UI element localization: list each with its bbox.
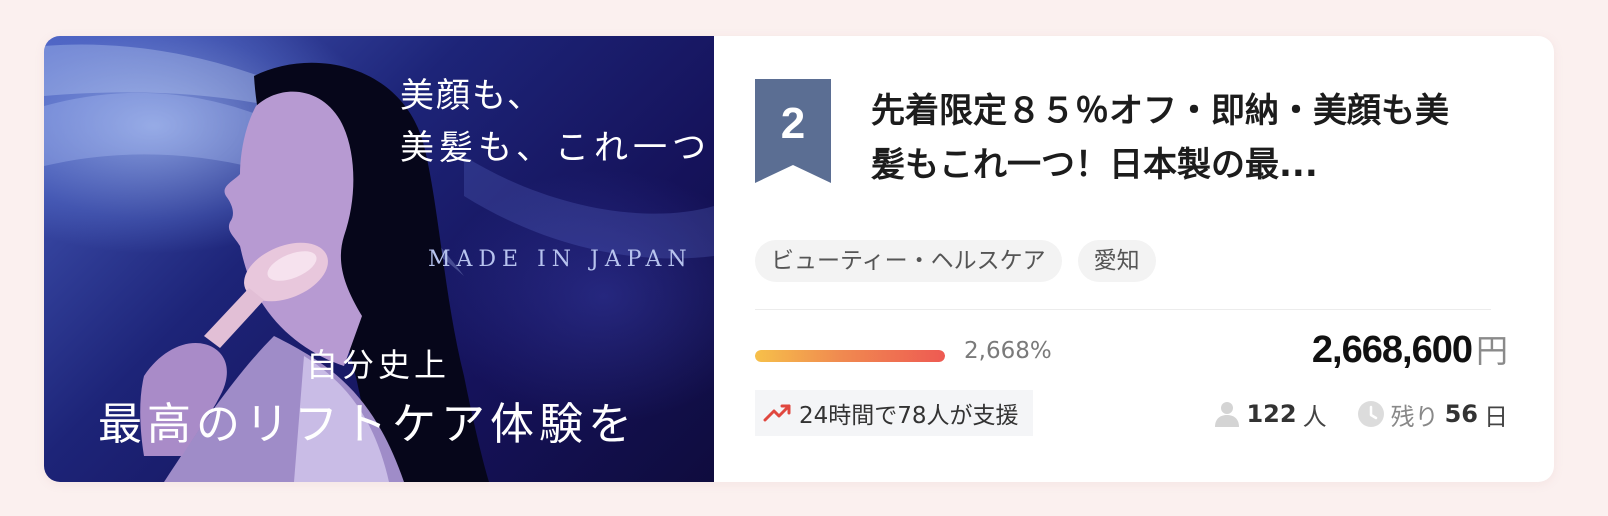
- project-card[interactable]: 美顔も、 美髪も、これ一つ MADE IN JAPAN 自分史上 最高のリフトケ…: [44, 36, 1554, 482]
- tag-list: ビューティー・ヘルスケア 愛知: [755, 240, 1156, 282]
- supporter-unit: 人: [1302, 402, 1327, 431]
- project-info: 2 先着限定８５％オフ・即納・美顔も美髪もこれ一つ！日本製の最... ビューティ…: [714, 36, 1554, 482]
- made-in-japan-text: MADE IN JAPAN: [428, 247, 693, 272]
- tag-location[interactable]: 愛知: [1077, 240, 1156, 282]
- project-title[interactable]: 先着限定８５％オフ・即納・美顔も美髪もこれ一つ！日本製の最...: [871, 84, 1471, 192]
- rank-badge: 2: [755, 79, 831, 183]
- funding-progress-bar: [755, 350, 945, 362]
- funding-amount: 2,668,600 円: [1312, 326, 1508, 372]
- tag-category[interactable]: ビューティー・ヘルスケア: [755, 240, 1062, 282]
- trend-badge: 24時間で78人が支援: [755, 390, 1033, 436]
- supporter-count: 122: [1246, 400, 1297, 428]
- clock-icon: [1357, 401, 1384, 427]
- person-icon: [1215, 402, 1240, 427]
- amount-value: 2,668,600: [1311, 329, 1473, 371]
- trending-up-icon: [763, 404, 791, 422]
- currency-unit: 円: [1475, 332, 1508, 370]
- remaining-days: 56: [1444, 400, 1478, 428]
- remaining-unit: 日: [1484, 402, 1508, 431]
- hero-main-copy: 最高のリフトケア体験を: [98, 399, 637, 450]
- remaining-label: 残り: [1390, 402, 1439, 431]
- hero-headline-2: 美髪も、これ一つ: [400, 128, 711, 168]
- divider: [755, 309, 1491, 310]
- trend-text: 24時間で78人が支援: [799, 403, 1019, 429]
- hero-subcopy: 自分史上: [306, 346, 451, 384]
- hero-headline-1: 美顔も、: [400, 76, 543, 116]
- project-image[interactable]: 美顔も、 美髪も、これ一つ MADE IN JAPAN 自分史上 最高のリフトケ…: [44, 36, 714, 482]
- project-stats: 122 人 残り 56 日: [1214, 394, 1508, 434]
- funding-percent: 2,668%: [964, 338, 1052, 364]
- rank-number: 2: [780, 99, 806, 148]
- progress-fill: [755, 350, 945, 362]
